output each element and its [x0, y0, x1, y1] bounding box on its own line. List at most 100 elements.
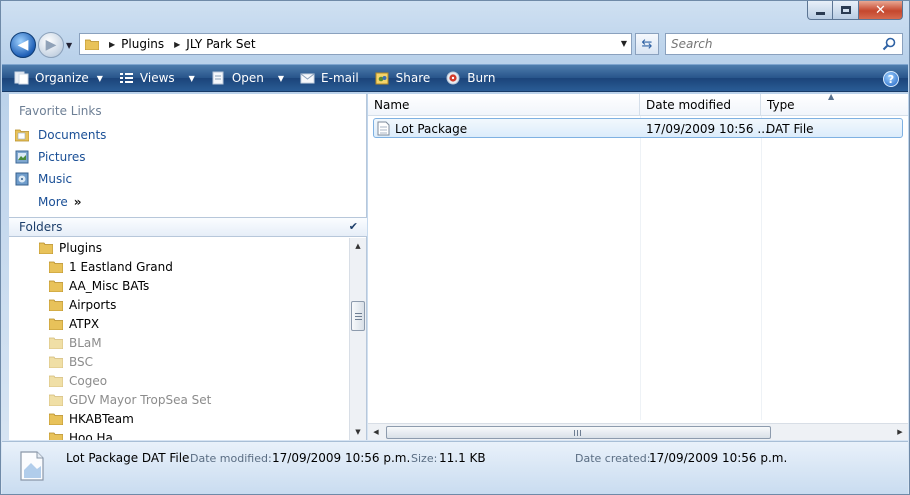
help-icon: ?	[887, 72, 895, 86]
favorite-music-label: Music	[38, 172, 73, 186]
tree-item[interactable]: ATPX	[49, 317, 99, 331]
views-button[interactable]: Views ▼	[111, 65, 203, 91]
email-button[interactable]: E-mail	[292, 65, 367, 91]
search-icon[interactable]	[882, 37, 896, 51]
folder-tree: Plugins 1 Eastland Grand AA_Misc BATs Ai…	[9, 238, 349, 440]
scroll-down-icon[interactable]: ▼	[350, 424, 366, 440]
favorite-pictures-label: Pictures	[38, 150, 86, 164]
organize-button[interactable]: Organize ▼	[2, 65, 111, 91]
folder-icon	[49, 318, 63, 330]
favorite-documents-label: Documents	[38, 128, 107, 142]
column-header-type[interactable]: Type	[761, 94, 908, 116]
details-modified-value: 17/09/2009 10:56 p.m.	[272, 451, 411, 465]
search-box[interactable]	[665, 33, 903, 55]
folder-icon	[49, 299, 63, 311]
scroll-left-icon[interactable]: ◀	[368, 424, 384, 440]
pictures-icon	[15, 150, 29, 164]
tree-item[interactable]: BLaM	[49, 336, 102, 350]
tree-item-label: AA_Misc BATs	[69, 279, 150, 293]
favorite-more[interactable]: More »	[38, 195, 82, 209]
tree-item[interactable]: Airports	[49, 298, 116, 312]
folder-tree-scrollbar[interactable]: ▲ ▼	[349, 238, 366, 440]
favorite-pictures[interactable]: Pictures	[15, 150, 86, 164]
burn-button[interactable]: Burn	[438, 65, 503, 91]
tree-item[interactable]: GDV Mayor TropSea Set	[49, 393, 211, 407]
caption-buttons: ✕	[807, 1, 903, 21]
tree-item[interactable]: HKABTeam	[49, 412, 134, 426]
file-list-scrollbar[interactable]: ◀ ▶	[368, 423, 908, 440]
recent-pages-dropdown[interactable]: ▼	[66, 41, 76, 51]
minimize-icon	[815, 11, 825, 15]
file-type: DAT File	[766, 122, 814, 136]
refresh-button[interactable]: ⇆	[635, 33, 659, 55]
burn-label: Burn	[467, 71, 496, 85]
chevron-down-icon[interactable]: ✔	[349, 220, 358, 233]
breadcrumb-chevron-icon[interactable]: ▶	[109, 40, 115, 49]
file-large-icon	[20, 451, 44, 481]
folder-icon	[49, 394, 63, 406]
open-icon	[212, 71, 224, 85]
details-modified-label: Date modified:	[190, 452, 272, 465]
views-label: Views	[139, 71, 175, 85]
help-button[interactable]: ?	[883, 71, 899, 87]
file-row[interactable]: Lot Package 17/09/2009 10:56 ... DAT Fil…	[373, 118, 903, 138]
back-button[interactable]: ◀	[10, 32, 36, 58]
breadcrumb-plugins[interactable]: Plugins	[121, 37, 164, 51]
column-header-date-modified[interactable]: Date modified	[640, 94, 761, 116]
email-icon	[300, 73, 315, 84]
address-dropdown-icon[interactable]: ▼	[621, 39, 627, 48]
tree-item[interactable]: Cogeo	[49, 374, 107, 388]
favorite-music[interactable]: Music	[15, 172, 72, 186]
tree-item[interactable]: 1 Eastland Grand	[49, 260, 173, 274]
tree-item-label: Hoo Ha	[69, 431, 113, 440]
column-header-name-label: Name	[374, 97, 410, 112]
chevron-down-icon: ▼	[188, 73, 195, 83]
scrollbar-thumb[interactable]	[386, 426, 771, 439]
tree-item[interactable]: Plugins	[39, 241, 102, 255]
open-button[interactable]: Open ▼	[203, 65, 292, 91]
details-size-value: 11.1 KB	[439, 451, 486, 465]
scroll-right-icon[interactable]: ▶	[892, 424, 908, 440]
burn-icon	[446, 71, 460, 85]
tree-item-label: 1 Eastland Grand	[69, 260, 173, 274]
tree-item[interactable]: AA_Misc BATs	[49, 279, 149, 293]
double-chevron-right-icon: »	[73, 195, 82, 209]
close-button[interactable]: ✕	[859, 1, 903, 20]
folder-icon	[49, 280, 63, 292]
forward-button[interactable]: ▶	[38, 32, 64, 58]
favorite-links-header: Favorite Links	[19, 104, 102, 118]
maximize-button[interactable]	[833, 1, 859, 20]
documents-folder-icon	[15, 129, 29, 142]
open-label: Open	[231, 71, 264, 85]
column-header-type-label: Type	[767, 97, 795, 112]
breadcrumb-jly-park-set[interactable]: JLY Park Set	[186, 37, 255, 51]
scroll-up-icon[interactable]: ▲	[350, 238, 366, 254]
views-icon	[119, 73, 133, 83]
address-bar[interactable]: ▶ Plugins ▶ JLY Park Set ▼	[79, 33, 632, 55]
search-input[interactable]	[671, 37, 871, 51]
details-size-label: Size:	[411, 452, 438, 465]
folders-header-label: Folders	[19, 220, 63, 234]
details-title: Lot Package DAT File	[66, 451, 190, 465]
folder-icon	[49, 337, 63, 349]
scrollbar-thumb[interactable]	[351, 301, 365, 331]
email-label: E-mail	[321, 71, 359, 85]
close-icon: ✕	[875, 2, 886, 18]
share-button[interactable]: Share	[367, 65, 439, 91]
column-header-name[interactable]: Name	[368, 94, 640, 116]
tree-item[interactable]: BSC	[49, 355, 93, 369]
minimize-button[interactable]	[807, 1, 833, 20]
column-header-date-label: Date modified	[646, 97, 732, 112]
folder-icon	[85, 39, 99, 50]
tree-item[interactable]: Hoo Ha	[49, 431, 113, 440]
folders-header[interactable]: Folders ✔	[9, 217, 367, 237]
breadcrumb-chevron-icon[interactable]: ▶	[174, 40, 180, 49]
back-arrow-icon: ◀	[17, 37, 29, 53]
tree-item-label: ATPX	[69, 317, 100, 331]
tree-item-label: Cogeo	[69, 374, 108, 388]
details-pane: Lot Package DAT File Date modified: 17/0…	[2, 441, 908, 494]
favorite-documents[interactable]: Documents	[15, 128, 106, 142]
organize-label: Organize	[35, 71, 89, 85]
file-date-modified: 17/09/2009 10:56 ...	[646, 122, 769, 136]
tree-item-label: BLaM	[69, 336, 102, 350]
